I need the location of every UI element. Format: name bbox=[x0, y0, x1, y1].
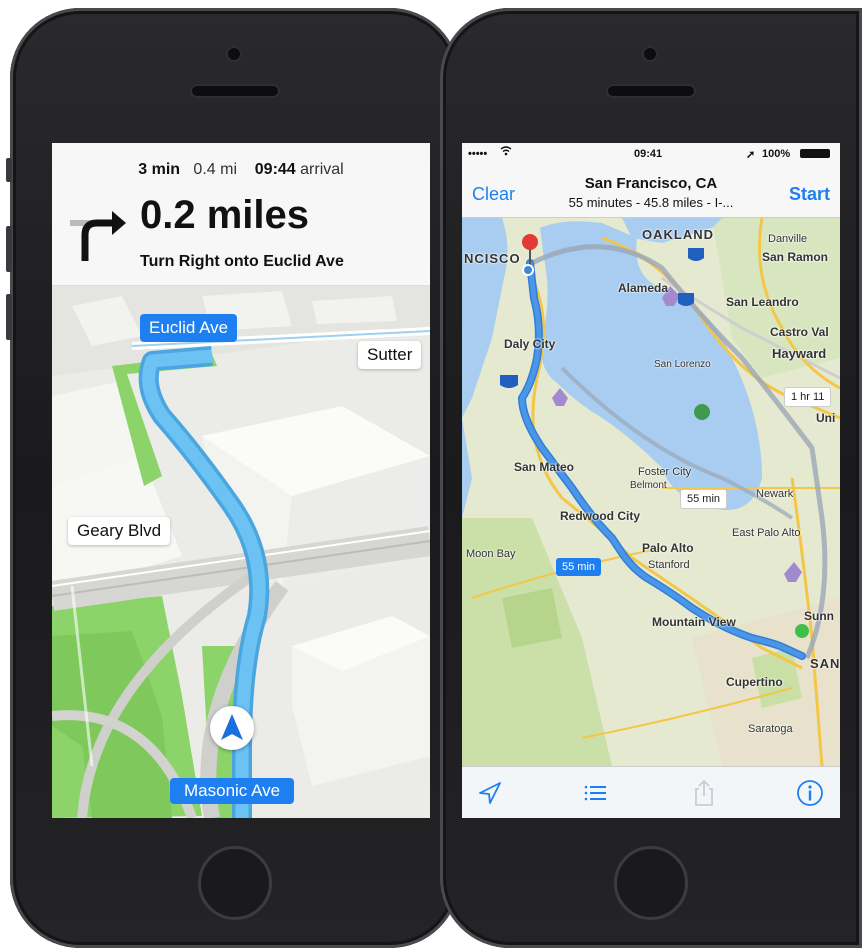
front-camera bbox=[228, 48, 240, 60]
place-label: San Ramon bbox=[762, 250, 829, 264]
highway-shield bbox=[678, 293, 694, 306]
street-label-euclid: Euclid Ave bbox=[140, 314, 238, 342]
maneuver-distance: 0.2 miles bbox=[140, 193, 310, 237]
place-label: NCISCO bbox=[464, 251, 521, 266]
place-label: Newark bbox=[756, 488, 794, 500]
place-label: East Palo Alto bbox=[732, 527, 801, 539]
place-label: San Leandro bbox=[726, 295, 799, 309]
place-label: Palo Alto bbox=[642, 541, 694, 555]
place-label: Mountain View bbox=[652, 615, 736, 629]
alt-route-time-label[interactable]: 55 min bbox=[680, 489, 728, 509]
end-pin-icon bbox=[795, 624, 809, 638]
place-label: Foster City bbox=[638, 466, 692, 478]
list-icon[interactable] bbox=[582, 779, 610, 807]
maps-screen: ••••• 09:41 ➚ 100% Clear San Francisco, … bbox=[462, 143, 840, 818]
home-button bbox=[614, 846, 688, 920]
place-label: Belmont bbox=[630, 480, 667, 491]
info-icon[interactable] bbox=[796, 779, 824, 807]
place-label: Danville bbox=[768, 233, 808, 245]
route-summary: 55 minutes - 45.8 miles - I-... bbox=[568, 195, 734, 210]
street-label-masonic: Masonic Ave bbox=[170, 778, 295, 804]
eta-minutes: 3 min bbox=[138, 161, 181, 178]
place-label: Cupertino bbox=[726, 675, 783, 689]
front-camera bbox=[644, 48, 656, 60]
start-button[interactable]: Start bbox=[789, 184, 830, 205]
place-label: Redwood City bbox=[560, 509, 640, 523]
maneuver-instruction: Turn Right onto Euclid Ave bbox=[140, 253, 344, 270]
place-label: Saratoga bbox=[748, 723, 793, 735]
place-label: San Lorenzo bbox=[654, 359, 711, 370]
place-label: Daly City bbox=[504, 337, 556, 351]
signal-strength: ••••• bbox=[468, 148, 488, 160]
place-label: OAKLAND bbox=[642, 227, 714, 242]
destination-title: San Francisco, CA bbox=[584, 175, 718, 192]
eta-distance: 0.4 mi bbox=[193, 161, 237, 178]
navigation-screen: 3 min 0.4 mi 09:44 arrival 0.2 miles Tur… bbox=[52, 143, 430, 818]
place-label: San Mateo bbox=[514, 460, 575, 474]
current-location-icon bbox=[522, 264, 534, 276]
turn-right-icon bbox=[70, 211, 126, 261]
place-label: Castro Val bbox=[770, 325, 829, 339]
eta-arrival-label: arrival bbox=[300, 161, 344, 178]
place-label: Stanford bbox=[648, 559, 690, 571]
main-route-time-label[interactable]: 55 min bbox=[556, 558, 602, 576]
highway-shield bbox=[694, 404, 710, 420]
map-toolbar bbox=[462, 766, 840, 818]
alt-route-time-label[interactable]: 1 hr 11 bbox=[784, 387, 832, 407]
place-label: Hayward bbox=[772, 346, 827, 361]
volume-down-button bbox=[6, 294, 12, 340]
street-label-geary: Geary Blvd bbox=[68, 517, 171, 545]
location-arrow-icon[interactable] bbox=[476, 779, 504, 807]
place-label: SAN bbox=[810, 656, 840, 671]
current-location-arrow-icon bbox=[210, 706, 254, 750]
location-services-icon: ➚ bbox=[746, 149, 756, 161]
street-label-sutter: Sutter bbox=[358, 341, 422, 369]
place-label: Alameda bbox=[618, 281, 669, 295]
battery-percent: 100% bbox=[762, 148, 791, 160]
battery-icon bbox=[800, 149, 830, 158]
status-bar: ••••• 09:41 ➚ 100% bbox=[462, 143, 840, 165]
mute-switch bbox=[6, 158, 12, 182]
highway-shield bbox=[688, 248, 704, 261]
wifi-icon bbox=[500, 146, 512, 159]
earpiece-speaker bbox=[192, 86, 278, 96]
place-label: Uni bbox=[816, 411, 836, 425]
place-label: Sunn bbox=[804, 609, 834, 623]
earpiece-speaker bbox=[608, 86, 694, 96]
share-icon[interactable] bbox=[690, 779, 718, 807]
highway-shield bbox=[500, 375, 518, 388]
home-button bbox=[198, 846, 272, 920]
turn-banner[interactable]: 3 min 0.4 mi 09:44 arrival 0.2 miles Tur… bbox=[52, 143, 430, 286]
place-label: Moon Bay bbox=[466, 548, 516, 560]
status-time: 09:41 bbox=[634, 148, 663, 160]
route-nav-bar: Clear San Francisco, CA 55 minutes - 45.… bbox=[462, 165, 840, 218]
eta-arrival-time: 09:44 bbox=[254, 161, 296, 178]
volume-up-button bbox=[6, 226, 12, 272]
eta-row: 3 min 0.4 mi 09:44 arrival bbox=[52, 161, 430, 179]
